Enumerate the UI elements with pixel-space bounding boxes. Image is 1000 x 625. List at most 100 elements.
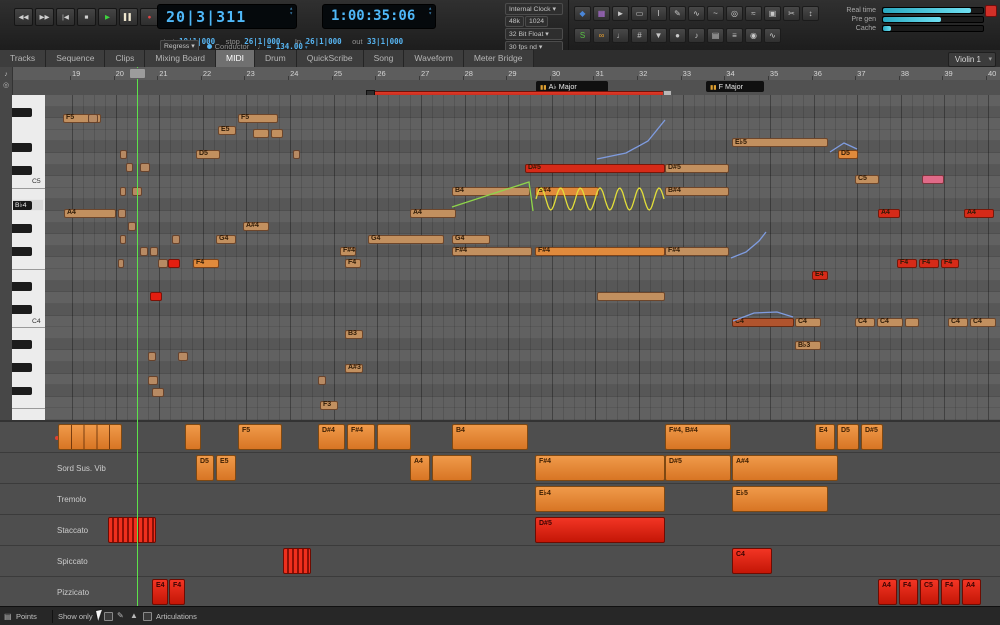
points-grid-icon[interactable]: ▤ — [4, 612, 12, 621]
articulation-block[interactable]: D#4 — [318, 424, 345, 450]
metronome-button[interactable]: ♩ — [612, 28, 629, 43]
knob-icon[interactable]: ◉ — [745, 28, 762, 43]
tab-sequence[interactable]: Sequence — [46, 50, 106, 67]
playhead-handle[interactable] — [129, 68, 146, 79]
rewind-button[interactable]: ◀◀ — [14, 8, 33, 26]
midi-note[interactable] — [120, 150, 127, 159]
midi-note[interactable] — [140, 163, 150, 172]
pause-button[interactable]: ▌▌ — [119, 8, 138, 26]
midi-note[interactable]: C5 — [855, 175, 879, 184]
midi-note[interactable] — [152, 388, 164, 397]
midi-note[interactable] — [172, 235, 180, 244]
midi-note[interactable]: F#4 — [665, 247, 729, 256]
articulation-block[interactable]: A4 — [878, 579, 897, 605]
memory-cycle-button[interactable]: ∞ — [593, 28, 610, 43]
pencil-filter-icon[interactable]: ✎ — [117, 611, 124, 620]
midi-note[interactable]: C4 — [877, 318, 903, 327]
midi-note[interactable] — [271, 129, 283, 138]
buffer-size-dropdown[interactable]: 1024 — [524, 16, 549, 27]
wave-icon[interactable]: ∿ — [764, 28, 781, 43]
midi-note[interactable] — [140, 247, 148, 256]
fast-forward-button[interactable]: ▶▶ — [35, 8, 54, 26]
measure-counter[interactable]: 20|3|311 ▴ ▾ — [157, 4, 297, 29]
track-selector-dropdown[interactable]: Violin 1 — [947, 52, 996, 67]
midi-note[interactable] — [905, 318, 919, 327]
midi-note[interactable] — [148, 376, 158, 385]
midi-note[interactable] — [922, 175, 944, 184]
articulation-block[interactable]: F#4 — [535, 455, 665, 481]
midi-note[interactable]: F3 — [320, 401, 338, 410]
articulation-block[interactable]: D#5 — [535, 517, 665, 543]
piano-key-black[interactable] — [12, 282, 32, 291]
piano-key-black[interactable] — [12, 363, 32, 373]
lane-name-tremolo[interactable]: Tremolo — [57, 495, 86, 504]
selected-key-highlight[interactable] — [12, 199, 44, 212]
midi-note[interactable] — [158, 259, 168, 268]
tab-drum[interactable]: Drum — [254, 50, 297, 67]
midi-note[interactable] — [120, 187, 126, 196]
articulation-block[interactable]: F4 — [941, 579, 960, 605]
midi-note[interactable]: F#4 — [535, 247, 665, 256]
tab-clips[interactable]: Clips — [105, 50, 146, 67]
midi-note[interactable]: F4 — [919, 259, 939, 268]
articulation-block[interactable]: D5 — [196, 455, 214, 481]
midi-note[interactable]: F4 — [897, 259, 917, 268]
midi-note[interactable]: C4 — [732, 318, 794, 327]
ibeam-tool[interactable]: I — [650, 6, 667, 21]
articulation-block[interactable]: C5 — [920, 579, 939, 605]
midi-note[interactable]: E♭5 — [732, 138, 828, 147]
midi-note[interactable]: B♭3 — [795, 341, 821, 350]
smooth-tool[interactable]: ~ — [707, 6, 724, 21]
midi-note[interactable] — [148, 352, 156, 361]
articulation-block[interactable]: D5 — [837, 424, 859, 450]
midi-note[interactable]: B3 — [345, 330, 363, 339]
tab-song[interactable]: Song — [363, 50, 405, 67]
midi-note[interactable]: D5 — [196, 150, 220, 159]
alert-indicator-button[interactable] — [985, 5, 997, 17]
midi-note[interactable]: A4 — [410, 209, 456, 218]
midi-note[interactable] — [128, 222, 136, 231]
in-value[interactable]: 26|1|000 — [306, 37, 342, 46]
midi-note[interactable]: D#5 — [525, 164, 665, 173]
piano-key-black[interactable] — [12, 386, 32, 396]
articulation-block[interactable]: E4 — [815, 424, 835, 450]
midi-note[interactable]: D#5 — [665, 164, 729, 173]
midi-note[interactable]: E5 — [218, 126, 236, 135]
clock-source-dropdown[interactable]: Internal Clock ▾ — [505, 3, 563, 15]
articulation-block[interactable] — [432, 455, 472, 481]
midi-note[interactable]: D5 — [838, 150, 858, 159]
piano-key-black[interactable] — [12, 305, 32, 315]
audio-output-icon[interactable]: ◆ — [574, 6, 591, 21]
midi-note[interactable]: A#4 — [243, 222, 269, 231]
countoff-button[interactable]: # — [631, 28, 648, 43]
articulation-block[interactable]: D#5 — [861, 424, 883, 450]
articulation-block[interactable]: B4 — [452, 424, 528, 450]
midi-note[interactable]: F4 — [193, 259, 219, 268]
piano-key-black[interactable] — [12, 247, 32, 256]
lane-name-pizzicato[interactable]: Pizzicato — [57, 588, 89, 597]
articulation-block[interactable]: F#4 — [347, 424, 375, 450]
pad-controller-icon[interactable]: ▦ — [593, 6, 610, 21]
tab-waveform[interactable]: Waveform — [404, 50, 464, 67]
time-counter-spinner[interactable]: ▴ ▾ — [428, 6, 432, 17]
midi-note[interactable]: C4 — [970, 318, 996, 327]
midi-note[interactable]: F4 — [941, 259, 959, 268]
midi-note[interactable]: A#3 — [345, 364, 363, 373]
articulation-block[interactable]: F4 — [169, 579, 185, 605]
midi-note[interactable]: G4 — [452, 235, 490, 244]
points-label[interactable]: Points — [16, 612, 37, 621]
articulation-block[interactable] — [58, 424, 122, 450]
return-to-zero-button[interactable]: |◀ — [56, 8, 75, 26]
bit-depth-dropdown[interactable]: 32 Bit Float ▾ — [505, 28, 563, 40]
wait-note-button[interactable]: ♪ — [688, 28, 705, 43]
articulation-block[interactable]: C4 — [732, 548, 772, 574]
midi-note[interactable] — [597, 292, 665, 301]
midi-note[interactable]: C4 — [795, 318, 821, 327]
articulation-block[interactable]: E♭5 — [732, 486, 828, 512]
sample-rate-dropdown[interactable]: 48k — [505, 16, 524, 27]
lane-name-spiccato[interactable]: Spiccato — [57, 557, 88, 566]
midi-note[interactable] — [150, 247, 158, 256]
articulation-block[interactable]: A4 — [410, 455, 430, 481]
midi-note[interactable]: F5 — [238, 114, 278, 123]
articulation-block[interactable]: E5 — [216, 455, 236, 481]
